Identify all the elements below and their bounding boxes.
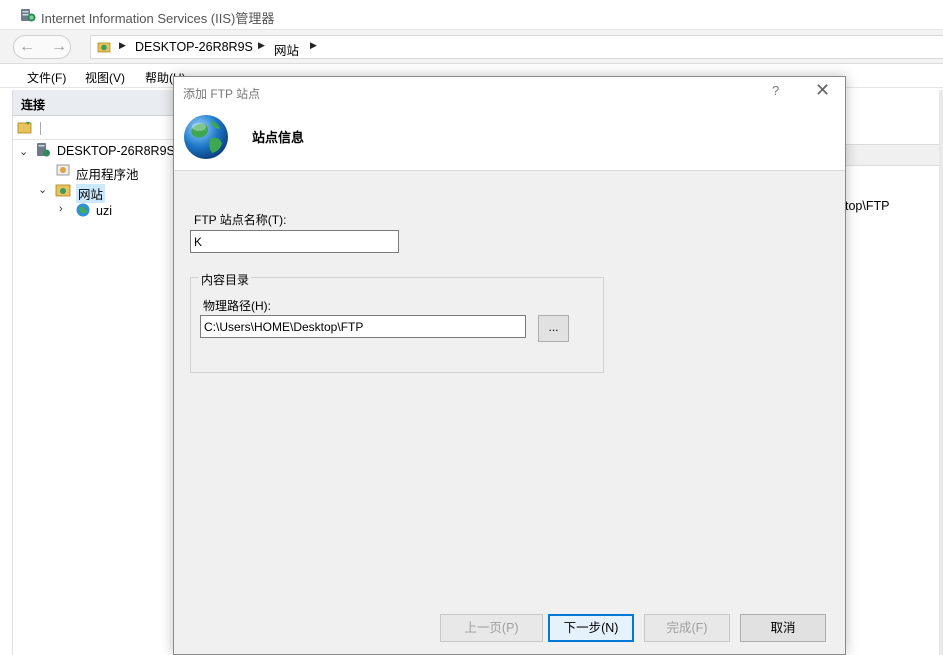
sites-folder-icon [55,184,71,197]
sites-folder-icon [97,42,111,53]
chevron-down-icon[interactable]: ⌄ [38,183,47,196]
main-content-pane: top\FTP [845,90,943,655]
connections-pane: 连接 ⌄ DESKTOP-26R8R9S ( 应用程序池 ⌄ 网站 › uzi [12,90,183,655]
iis-manager-icon [21,9,36,22]
site-path-cell: top\FTP [845,199,890,213]
close-icon[interactable]: ✕ [815,80,830,101]
toolbar-separator [40,122,41,135]
app-pool-icon [56,164,70,176]
help-icon[interactable]: ? [772,83,779,98]
menu-file[interactable]: 文件(F) [27,69,66,86]
breadcrumb-separator-icon: ▶ [119,40,126,50]
site-name-input[interactable] [190,230,399,253]
scrollbar[interactable] [939,90,943,655]
breadcrumb[interactable]: ▶ DESKTOP-26R8R9S ▶ 网站 ▶ [90,35,943,59]
physical-path-label: 物理路径(H): [203,299,271,313]
new-connection-icon[interactable] [17,120,33,134]
add-ftp-site-dialog: 添加 FTP 站点 ? ✕ 站点信息 FTP 站点名称(T): 内容目录 物理路… [173,76,846,655]
breadcrumb-server[interactable]: DESKTOP-26R8R9S [135,40,253,54]
dialog-title: 添加 FTP 站点 [183,87,261,101]
breadcrumb-separator-icon: ▶ [310,40,317,50]
browse-button[interactable]: ... [538,315,569,342]
address-bar: ← → ▶ DESKTOP-26R8R9S ▶ 网站 ▶ [0,30,943,64]
chevron-down-icon[interactable]: ⌄ [19,145,28,158]
server-icon [37,143,50,157]
breadcrumb-separator-icon: ▶ [258,40,265,50]
site-globe-icon [76,203,90,217]
site-name-label: FTP 站点名称(T): [194,213,287,227]
tree-item-server[interactable]: DESKTOP-26R8R9S ( [57,144,183,158]
globe-icon [184,115,228,159]
tree-item-sites[interactable]: 网站 [76,184,106,203]
back-arrow-icon[interactable]: ← [14,35,40,59]
tree-item-site-uzi[interactable]: uzi [96,204,112,218]
dialog-heading: 站点信息 [252,130,305,145]
content-column-header [845,144,943,166]
menu-view[interactable]: 视图(V) [85,69,125,86]
dialog-header: 站点信息 [174,107,845,171]
connections-toolbar [13,116,183,140]
cancel-button[interactable]: 取消 [740,614,826,642]
chevron-right-icon[interactable]: › [59,203,63,215]
finish-button[interactable]: 完成(F) [644,614,730,642]
tree-item-app-pools[interactable]: 应用程序池 [76,164,139,183]
connections-header: 连接 [13,90,183,116]
dialog-titlebar: 添加 FTP 站点 ? ✕ [174,77,845,107]
next-button[interactable]: 下一步(N) [548,614,634,642]
physical-path-input[interactable] [200,315,526,338]
window-titlebar: Internet Information Services (IIS)管理器 [0,0,943,30]
forward-arrow-icon[interactable]: → [46,35,72,59]
previous-button[interactable]: 上一页(P) [440,614,543,642]
breadcrumb-sites[interactable]: 网站 [274,40,299,59]
content-directory-legend: 内容目录 [199,271,252,288]
window-title: Internet Information Services (IIS)管理器 [41,11,275,26]
